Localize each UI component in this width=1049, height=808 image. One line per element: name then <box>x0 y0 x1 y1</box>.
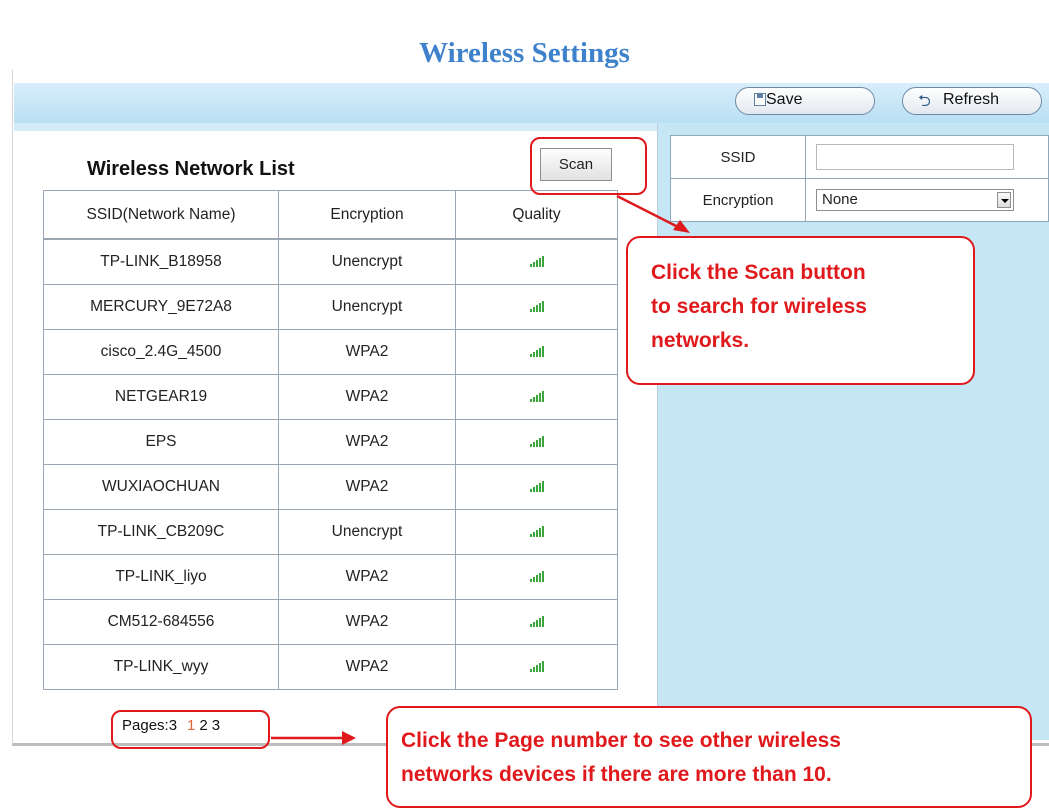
scan-arrow <box>616 194 690 233</box>
pages-arrow <box>271 731 356 745</box>
annotation-arrows <box>271 194 690 745</box>
